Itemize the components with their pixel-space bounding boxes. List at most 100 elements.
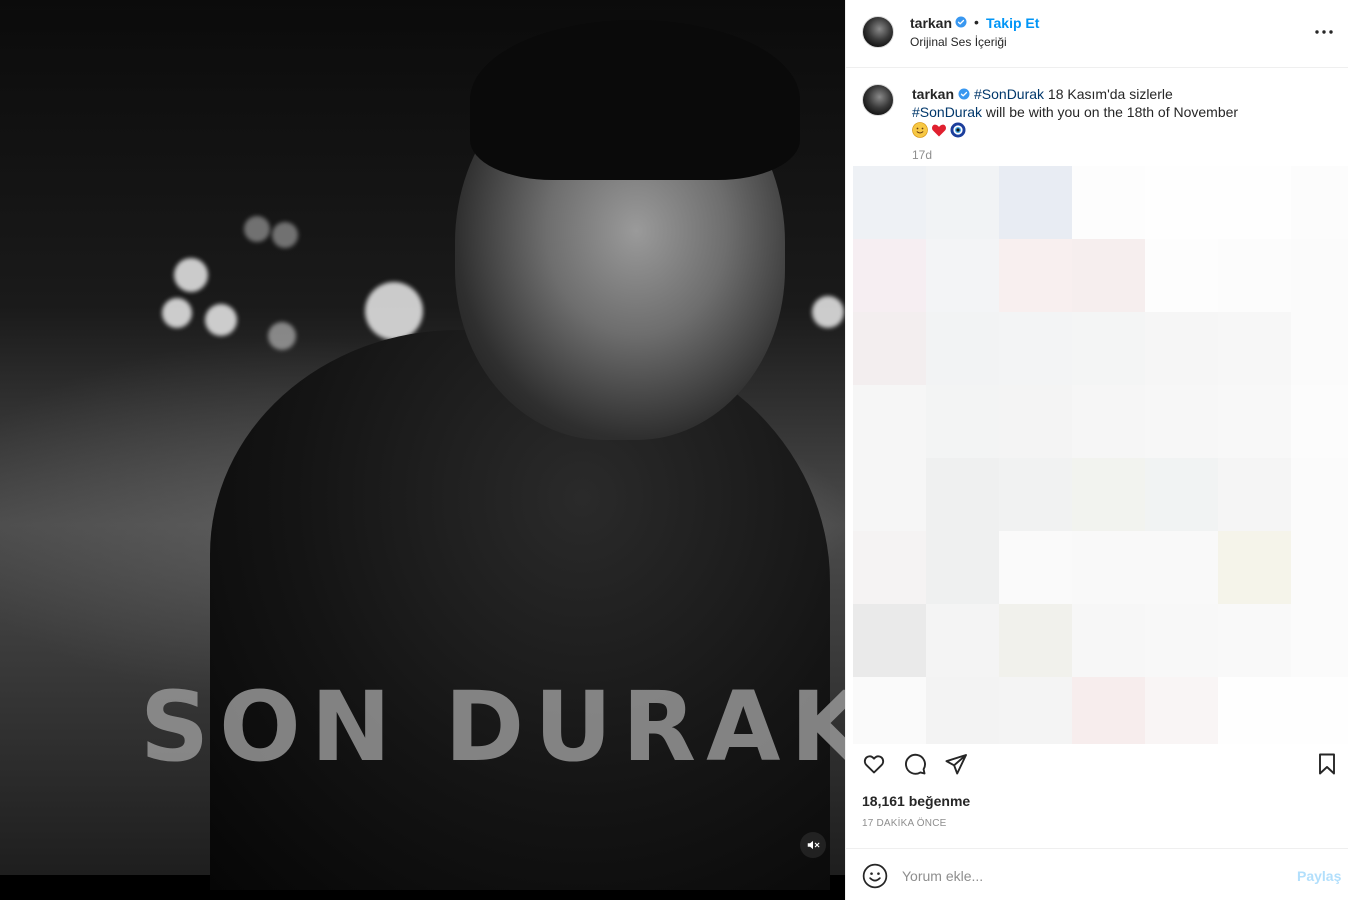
blurred-tile: [926, 677, 999, 744]
audio-label[interactable]: Orijinal Ses İçeriği: [910, 35, 1007, 49]
blurred-tile: [1072, 458, 1145, 531]
bokeh-light: [244, 216, 270, 242]
blurred-tile: [999, 385, 1072, 458]
blurred-tile: [1218, 677, 1291, 744]
share-button[interactable]: [942, 750, 970, 778]
blurred-tile: [1218, 239, 1291, 312]
like-button[interactable]: [860, 750, 888, 778]
blurred-tile: [999, 239, 1072, 312]
blurred-tile: [926, 385, 999, 458]
avatar[interactable]: [862, 16, 894, 48]
blurred-tile: [853, 604, 926, 677]
comment-input[interactable]: [902, 863, 1282, 889]
mute-button[interactable]: [800, 832, 826, 858]
blurred-tile: [999, 531, 1072, 604]
blurred-tile: [853, 312, 926, 385]
blurred-tile: [926, 166, 999, 239]
save-button[interactable]: [1313, 750, 1341, 778]
blurred-tile: [1291, 239, 1348, 312]
verified-badge-icon: [955, 16, 967, 28]
avatar[interactable]: [862, 84, 894, 116]
blurred-tile: [1145, 385, 1218, 458]
follow-button[interactable]: Takip Et: [986, 15, 1039, 31]
blurred-tile: [853, 385, 926, 458]
blurred-tile: [1291, 166, 1348, 239]
caption-timestamp[interactable]: 17d: [912, 148, 932, 162]
caption-line-2: #SonDurak will be with you on the 18th o…: [912, 104, 1238, 120]
blurred-tile: [1145, 531, 1218, 604]
bookmark-icon: [1319, 753, 1335, 775]
blurred-tile: [1145, 677, 1218, 744]
blurred-tile: [926, 239, 999, 312]
blurred-tile: [1072, 239, 1145, 312]
figure-hair: [470, 20, 800, 180]
blurred-tile: [999, 166, 1072, 239]
send-icon: [945, 754, 967, 775]
smiling-face-icon: [912, 122, 928, 138]
blurred-tile: [999, 677, 1072, 744]
blurred-tile: [926, 604, 999, 677]
blurred-tile: [1218, 604, 1291, 677]
caption-text-tr: 18 Kasım'da sizlerle: [1044, 86, 1173, 102]
hashtag-link[interactable]: #SonDurak: [974, 86, 1044, 102]
blurred-tile: [1291, 604, 1348, 677]
blurred-tile: [1072, 312, 1145, 385]
more-horizontal-icon: [1315, 30, 1333, 34]
blurred-tile: [1072, 604, 1145, 677]
bokeh-light: [205, 304, 237, 336]
blurred-comments-area: [853, 166, 1348, 744]
blurred-tile: [1145, 458, 1218, 531]
blurred-tile: [926, 531, 999, 604]
bokeh-light: [268, 322, 296, 350]
blurred-tile: [1291, 458, 1348, 531]
blurred-tile: [1291, 312, 1348, 385]
comment-button[interactable]: [901, 750, 929, 778]
more-options-button[interactable]: [1312, 22, 1336, 42]
blurred-tile: [999, 458, 1072, 531]
blurred-tile: [853, 166, 926, 239]
blurred-tile: [1291, 531, 1348, 604]
blurred-tile: [853, 458, 926, 531]
blurred-tile: [1145, 166, 1218, 239]
blurred-tile: [1145, 604, 1218, 677]
blurred-tile: [1218, 385, 1291, 458]
blurred-tile: [926, 458, 999, 531]
blurred-tile: [999, 604, 1072, 677]
header-username[interactable]: tarkan: [910, 15, 952, 31]
caption-text-en: will be with you on the 18th of November: [982, 104, 1239, 120]
blurred-tile: [1218, 166, 1291, 239]
post-time-ago: 17 DAKİKA ÖNCE: [862, 818, 947, 829]
post-comment-button[interactable]: Paylaş: [1297, 868, 1341, 884]
blurred-tile: [1291, 677, 1348, 744]
bokeh-light: [812, 296, 844, 328]
post-header: tarkan • Takip Et Orijinal Ses İçeriği: [846, 0, 1348, 68]
caption-line-1: #SonDurak 18 Kasım'da sizlerle: [974, 86, 1173, 102]
blurred-tile: [1072, 385, 1145, 458]
blurred-tile: [1291, 385, 1348, 458]
comment-icon: [905, 753, 926, 775]
bokeh-light: [272, 222, 298, 248]
verified-badge-icon: [958, 88, 970, 100]
caption-username[interactable]: tarkan: [912, 86, 954, 102]
heart-icon: [863, 755, 885, 774]
bokeh-light: [365, 282, 423, 340]
blurred-tile: [1072, 677, 1145, 744]
blurred-tile: [853, 677, 926, 744]
nazar-amulet-icon: [950, 122, 966, 138]
figure-jacket: [210, 330, 830, 890]
blurred-tile: [926, 312, 999, 385]
likes-count[interactable]: 18,161 beğenme: [862, 793, 970, 809]
blurred-tile: [1145, 312, 1218, 385]
hashtag-link[interactable]: #SonDurak: [912, 104, 982, 120]
action-bar: [846, 744, 1348, 784]
speaker-muted-icon: [807, 840, 820, 850]
blurred-tile: [1072, 166, 1145, 239]
blurred-tile: [1218, 312, 1291, 385]
blurred-tile: [853, 531, 926, 604]
red-heart-icon: [932, 124, 946, 137]
emoji-picker-icon[interactable]: [862, 863, 888, 889]
bokeh-light: [174, 258, 208, 292]
post-side-panel: tarkan • Takip Et Orijinal Ses İçeriği t…: [845, 0, 1348, 900]
blurred-tile: [853, 239, 926, 312]
post-media[interactable]: SON DURAK: [0, 0, 845, 900]
